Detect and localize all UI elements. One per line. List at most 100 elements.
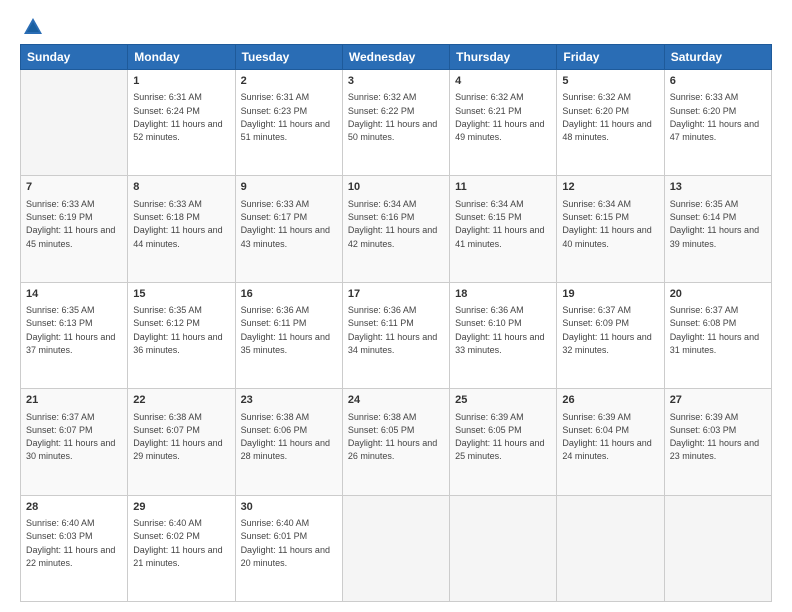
day-number: 21	[26, 393, 122, 408]
day-detail: Sunrise: 6:32 AMSunset: 6:21 PMDaylight:…	[455, 92, 544, 142]
calendar-week-row: 21 Sunrise: 6:37 AMSunset: 6:07 PMDaylig…	[21, 389, 772, 495]
calendar-day-cell	[450, 495, 557, 601]
calendar-day-cell: 25 Sunrise: 6:39 AMSunset: 6:05 PMDaylig…	[450, 389, 557, 495]
calendar-day-cell: 15 Sunrise: 6:35 AMSunset: 6:12 PMDaylig…	[128, 282, 235, 388]
day-number: 17	[348, 287, 444, 302]
day-detail: Sunrise: 6:32 AMSunset: 6:22 PMDaylight:…	[348, 92, 437, 142]
day-number: 4	[455, 74, 551, 89]
day-number: 19	[562, 287, 658, 302]
day-detail: Sunrise: 6:31 AMSunset: 6:23 PMDaylight:…	[241, 92, 330, 142]
calendar-week-row: 1 Sunrise: 6:31 AMSunset: 6:24 PMDayligh…	[21, 70, 772, 176]
calendar-day-cell: 3 Sunrise: 6:32 AMSunset: 6:22 PMDayligh…	[342, 70, 449, 176]
day-detail: Sunrise: 6:34 AMSunset: 6:15 PMDaylight:…	[562, 199, 651, 249]
day-detail: Sunrise: 6:35 AMSunset: 6:14 PMDaylight:…	[670, 199, 759, 249]
calendar-day-cell: 19 Sunrise: 6:37 AMSunset: 6:09 PMDaylig…	[557, 282, 664, 388]
day-number: 1	[133, 74, 229, 89]
calendar-header-cell: Wednesday	[342, 45, 449, 70]
calendar-day-cell: 17 Sunrise: 6:36 AMSunset: 6:11 PMDaylig…	[342, 282, 449, 388]
day-detail: Sunrise: 6:36 AMSunset: 6:10 PMDaylight:…	[455, 305, 544, 355]
day-detail: Sunrise: 6:36 AMSunset: 6:11 PMDaylight:…	[241, 305, 330, 355]
calendar-day-cell: 14 Sunrise: 6:35 AMSunset: 6:13 PMDaylig…	[21, 282, 128, 388]
calendar-header-row: SundayMondayTuesdayWednesdayThursdayFrid…	[21, 45, 772, 70]
day-number: 25	[455, 393, 551, 408]
calendar-week-row: 28 Sunrise: 6:40 AMSunset: 6:03 PMDaylig…	[21, 495, 772, 601]
day-detail: Sunrise: 6:35 AMSunset: 6:13 PMDaylight:…	[26, 305, 115, 355]
calendar-day-cell: 24 Sunrise: 6:38 AMSunset: 6:05 PMDaylig…	[342, 389, 449, 495]
calendar-day-cell: 8 Sunrise: 6:33 AMSunset: 6:18 PMDayligh…	[128, 176, 235, 282]
calendar-day-cell: 12 Sunrise: 6:34 AMSunset: 6:15 PMDaylig…	[557, 176, 664, 282]
day-number: 27	[670, 393, 766, 408]
day-detail: Sunrise: 6:38 AMSunset: 6:05 PMDaylight:…	[348, 412, 437, 462]
day-number: 9	[241, 180, 337, 195]
day-number: 14	[26, 287, 122, 302]
calendar-day-cell: 29 Sunrise: 6:40 AMSunset: 6:02 PMDaylig…	[128, 495, 235, 601]
calendar-day-cell: 22 Sunrise: 6:38 AMSunset: 6:07 PMDaylig…	[128, 389, 235, 495]
calendar-day-cell: 9 Sunrise: 6:33 AMSunset: 6:17 PMDayligh…	[235, 176, 342, 282]
day-detail: Sunrise: 6:33 AMSunset: 6:19 PMDaylight:…	[26, 199, 115, 249]
calendar-day-cell: 16 Sunrise: 6:36 AMSunset: 6:11 PMDaylig…	[235, 282, 342, 388]
day-number: 20	[670, 287, 766, 302]
day-number: 26	[562, 393, 658, 408]
page: SundayMondayTuesdayWednesdayThursdayFrid…	[0, 0, 792, 612]
day-number: 16	[241, 287, 337, 302]
calendar-day-cell: 11 Sunrise: 6:34 AMSunset: 6:15 PMDaylig…	[450, 176, 557, 282]
calendar-day-cell	[342, 495, 449, 601]
day-number: 2	[241, 74, 337, 89]
day-detail: Sunrise: 6:31 AMSunset: 6:24 PMDaylight:…	[133, 92, 222, 142]
calendar-header-cell: Tuesday	[235, 45, 342, 70]
day-number: 11	[455, 180, 551, 195]
day-detail: Sunrise: 6:39 AMSunset: 6:05 PMDaylight:…	[455, 412, 544, 462]
day-detail: Sunrise: 6:35 AMSunset: 6:12 PMDaylight:…	[133, 305, 222, 355]
calendar-header-cell: Saturday	[664, 45, 771, 70]
day-detail: Sunrise: 6:33 AMSunset: 6:18 PMDaylight:…	[133, 199, 222, 249]
day-detail: Sunrise: 6:40 AMSunset: 6:03 PMDaylight:…	[26, 518, 115, 568]
calendar-day-cell: 18 Sunrise: 6:36 AMSunset: 6:10 PMDaylig…	[450, 282, 557, 388]
calendar-week-row: 7 Sunrise: 6:33 AMSunset: 6:19 PMDayligh…	[21, 176, 772, 282]
day-number: 12	[562, 180, 658, 195]
calendar-header-cell: Friday	[557, 45, 664, 70]
calendar-day-cell: 30 Sunrise: 6:40 AMSunset: 6:01 PMDaylig…	[235, 495, 342, 601]
day-detail: Sunrise: 6:37 AMSunset: 6:09 PMDaylight:…	[562, 305, 651, 355]
header	[20, 16, 772, 38]
day-number: 13	[670, 180, 766, 195]
calendar-day-cell: 2 Sunrise: 6:31 AMSunset: 6:23 PMDayligh…	[235, 70, 342, 176]
day-number: 24	[348, 393, 444, 408]
calendar-day-cell: 10 Sunrise: 6:34 AMSunset: 6:16 PMDaylig…	[342, 176, 449, 282]
day-detail: Sunrise: 6:33 AMSunset: 6:17 PMDaylight:…	[241, 199, 330, 249]
logo	[20, 16, 46, 38]
day-number: 8	[133, 180, 229, 195]
calendar-header-cell: Thursday	[450, 45, 557, 70]
calendar-day-cell: 27 Sunrise: 6:39 AMSunset: 6:03 PMDaylig…	[664, 389, 771, 495]
calendar-day-cell: 5 Sunrise: 6:32 AMSunset: 6:20 PMDayligh…	[557, 70, 664, 176]
day-detail: Sunrise: 6:36 AMSunset: 6:11 PMDaylight:…	[348, 305, 437, 355]
day-detail: Sunrise: 6:34 AMSunset: 6:15 PMDaylight:…	[455, 199, 544, 249]
calendar-body: 1 Sunrise: 6:31 AMSunset: 6:24 PMDayligh…	[21, 70, 772, 602]
day-number: 15	[133, 287, 229, 302]
day-number: 22	[133, 393, 229, 408]
day-number: 10	[348, 180, 444, 195]
day-detail: Sunrise: 6:38 AMSunset: 6:06 PMDaylight:…	[241, 412, 330, 462]
day-number: 29	[133, 500, 229, 515]
day-detail: Sunrise: 6:32 AMSunset: 6:20 PMDaylight:…	[562, 92, 651, 142]
day-number: 7	[26, 180, 122, 195]
day-number: 18	[455, 287, 551, 302]
calendar-day-cell: 6 Sunrise: 6:33 AMSunset: 6:20 PMDayligh…	[664, 70, 771, 176]
calendar-header-cell: Monday	[128, 45, 235, 70]
day-detail: Sunrise: 6:40 AMSunset: 6:01 PMDaylight:…	[241, 518, 330, 568]
calendar-header-cell: Sunday	[21, 45, 128, 70]
calendar-day-cell	[557, 495, 664, 601]
day-detail: Sunrise: 6:33 AMSunset: 6:20 PMDaylight:…	[670, 92, 759, 142]
day-number: 3	[348, 74, 444, 89]
calendar-day-cell: 1 Sunrise: 6:31 AMSunset: 6:24 PMDayligh…	[128, 70, 235, 176]
calendar-day-cell	[664, 495, 771, 601]
calendar-table: SundayMondayTuesdayWednesdayThursdayFrid…	[20, 44, 772, 602]
calendar-day-cell: 21 Sunrise: 6:37 AMSunset: 6:07 PMDaylig…	[21, 389, 128, 495]
day-detail: Sunrise: 6:37 AMSunset: 6:08 PMDaylight:…	[670, 305, 759, 355]
calendar-day-cell: 13 Sunrise: 6:35 AMSunset: 6:14 PMDaylig…	[664, 176, 771, 282]
calendar-day-cell: 26 Sunrise: 6:39 AMSunset: 6:04 PMDaylig…	[557, 389, 664, 495]
day-detail: Sunrise: 6:39 AMSunset: 6:03 PMDaylight:…	[670, 412, 759, 462]
day-number: 5	[562, 74, 658, 89]
calendar-day-cell: 4 Sunrise: 6:32 AMSunset: 6:21 PMDayligh…	[450, 70, 557, 176]
calendar-day-cell: 20 Sunrise: 6:37 AMSunset: 6:08 PMDaylig…	[664, 282, 771, 388]
calendar-week-row: 14 Sunrise: 6:35 AMSunset: 6:13 PMDaylig…	[21, 282, 772, 388]
